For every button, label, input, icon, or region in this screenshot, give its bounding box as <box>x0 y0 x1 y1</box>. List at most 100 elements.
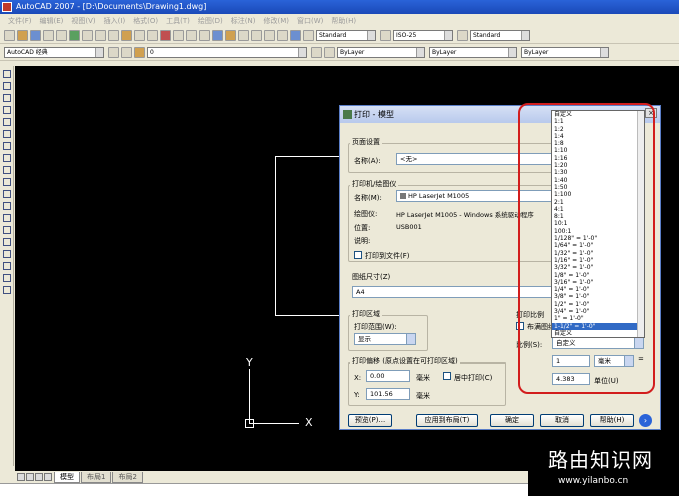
hatch-icon[interactable] <box>3 238 11 246</box>
open-file-icon[interactable] <box>17 30 28 41</box>
prev-tab-icon[interactable] <box>26 473 34 481</box>
layers-toolbar: AutoCAD 经典 0 ByLayer ByLayer ByLayer <box>0 45 679 61</box>
undo-icon[interactable] <box>134 30 145 41</box>
print-icon[interactable] <box>43 30 54 41</box>
pan-icon[interactable] <box>160 30 171 41</box>
menu-item[interactable]: 帮助(H) <box>327 16 360 26</box>
offset-x-input[interactable]: 0.00 <box>366 370 410 382</box>
table-style-icon[interactable] <box>457 30 468 41</box>
dim-style-icon[interactable] <box>380 30 391 41</box>
menu-item[interactable]: 绘图(D) <box>194 16 227 26</box>
cancel-button[interactable]: 取消 <box>540 414 584 427</box>
redo-icon[interactable] <box>147 30 158 41</box>
first-tab-icon[interactable] <box>17 473 25 481</box>
point-icon[interactable] <box>3 226 11 234</box>
help-button[interactable]: 帮助(H) <box>590 414 634 427</box>
circle-icon[interactable] <box>3 142 11 150</box>
help-icon[interactable] <box>290 30 301 41</box>
menu-item[interactable]: 插入(I) <box>100 16 130 26</box>
tool-palettes-icon[interactable] <box>238 30 249 41</box>
ellipse-arc-icon[interactable] <box>3 190 11 198</box>
tab-layout2[interactable]: 布局2 <box>112 471 143 483</box>
layout-tabs-bar: 模型 布局1 布局2 <box>15 471 545 483</box>
table-icon[interactable] <box>3 274 11 282</box>
menu-item[interactable]: 标注(N) <box>227 16 260 26</box>
layer-previous-icon[interactable] <box>324 47 335 58</box>
offset-y-input[interactable]: 101.56 <box>366 388 410 400</box>
lineweight-select[interactable]: ByLayer <box>521 47 609 58</box>
print-preview-icon[interactable] <box>56 30 67 41</box>
revision-cloud-icon[interactable] <box>3 154 11 162</box>
workspace-settings-icon[interactable] <box>108 47 119 58</box>
make-object-layer-current-icon[interactable] <box>311 47 322 58</box>
plot-offset-label: 打印偏移 (原点设置在可打印区域) <box>350 356 460 366</box>
chevron-down-icon <box>521 31 529 40</box>
menu-item[interactable]: 视图(V) <box>67 16 99 26</box>
save-icon[interactable] <box>30 30 41 41</box>
sheet-set-icon[interactable] <box>251 30 262 41</box>
markup-icon[interactable] <box>264 30 275 41</box>
last-tab-icon[interactable] <box>44 473 52 481</box>
rectangle-icon[interactable] <box>3 118 11 126</box>
print-to-file-label: 打印到文件(F) <box>365 252 410 260</box>
zoom-previous-icon[interactable] <box>199 30 210 41</box>
paste-icon[interactable] <box>108 30 119 41</box>
workspace-select[interactable]: AutoCAD 经典 <box>4 47 104 58</box>
spline-icon[interactable] <box>3 166 11 174</box>
design-center-icon[interactable] <box>225 30 236 41</box>
ucs-y-label: Y <box>246 356 253 369</box>
cut-icon[interactable] <box>82 30 93 41</box>
lineweight-value: ByLayer <box>524 49 549 56</box>
menu-item[interactable]: 窗口(W) <box>293 16 327 26</box>
match-properties-icon[interactable] <box>121 30 132 41</box>
polyline-icon[interactable] <box>3 94 11 102</box>
print-to-file-checkbox[interactable] <box>354 251 362 259</box>
properties-icon[interactable] <box>212 30 223 41</box>
plot-range-value: 显示 <box>358 335 371 343</box>
make-block-icon[interactable] <box>3 214 11 222</box>
center-plot-checkbox[interactable] <box>443 372 451 380</box>
preview-button[interactable]: 预览(P)... <box>348 414 392 427</box>
calculator-icon[interactable] <box>277 30 288 41</box>
apply-to-layout-button[interactable]: 应用到布局(T) <box>416 414 478 427</box>
polygon-icon[interactable] <box>3 106 11 114</box>
tab-layout1[interactable]: 布局1 <box>81 471 112 483</box>
tab-model[interactable]: 模型 <box>54 471 80 483</box>
page-setup-name-label: 名称(A): <box>354 157 381 165</box>
layer-manager-icon[interactable] <box>134 47 145 58</box>
new-file-icon[interactable] <box>4 30 15 41</box>
table-style-value: Standard <box>473 32 501 39</box>
menu-bar: 文件(F) 编辑(E) 视图(V) 插入(I) 格式(O) 工具(T) 绘图(D) 标注(N)… <box>0 14 679 27</box>
text-style-select[interactable]: Standard <box>316 30 376 41</box>
publish-icon[interactable] <box>69 30 80 41</box>
line-icon[interactable] <box>3 70 11 78</box>
arc-icon[interactable] <box>3 130 11 138</box>
more-options-icon[interactable]: › <box>639 414 652 427</box>
workspace-value: AutoCAD 经典 <box>7 49 48 56</box>
ellipse-icon[interactable] <box>3 178 11 186</box>
layer-select[interactable]: 0 <box>147 47 307 58</box>
multiline-text-icon[interactable] <box>3 286 11 294</box>
gradient-icon[interactable] <box>3 250 11 258</box>
region-icon[interactable] <box>3 262 11 270</box>
table-style-select[interactable]: Standard <box>470 30 530 41</box>
my-workspace-icon[interactable] <box>121 47 132 58</box>
plot-range-select[interactable]: 显示 <box>354 333 416 345</box>
menu-item[interactable]: 修改(M) <box>259 16 293 26</box>
construction-line-icon[interactable] <box>3 82 11 90</box>
copy-icon[interactable] <box>95 30 106 41</box>
ok-button[interactable]: 确定 <box>490 414 534 427</box>
insert-block-icon[interactable] <box>3 202 11 210</box>
color-select[interactable]: ByLayer <box>337 47 425 58</box>
text-style-icon[interactable] <box>303 30 314 41</box>
dim-style-select[interactable]: ISO-25 <box>393 30 453 41</box>
plot-range-label: 打印范围(W): <box>354 323 397 331</box>
linetype-select[interactable]: ByLayer <box>429 47 517 58</box>
menu-item[interactable]: 格式(O) <box>129 16 162 26</box>
zoom-window-icon[interactable] <box>186 30 197 41</box>
menu-item[interactable]: 文件(F) <box>4 16 36 26</box>
zoom-realtime-icon[interactable] <box>173 30 184 41</box>
menu-item[interactable]: 编辑(E) <box>36 16 68 26</box>
next-tab-icon[interactable] <box>35 473 43 481</box>
menu-item[interactable]: 工具(T) <box>162 16 194 26</box>
